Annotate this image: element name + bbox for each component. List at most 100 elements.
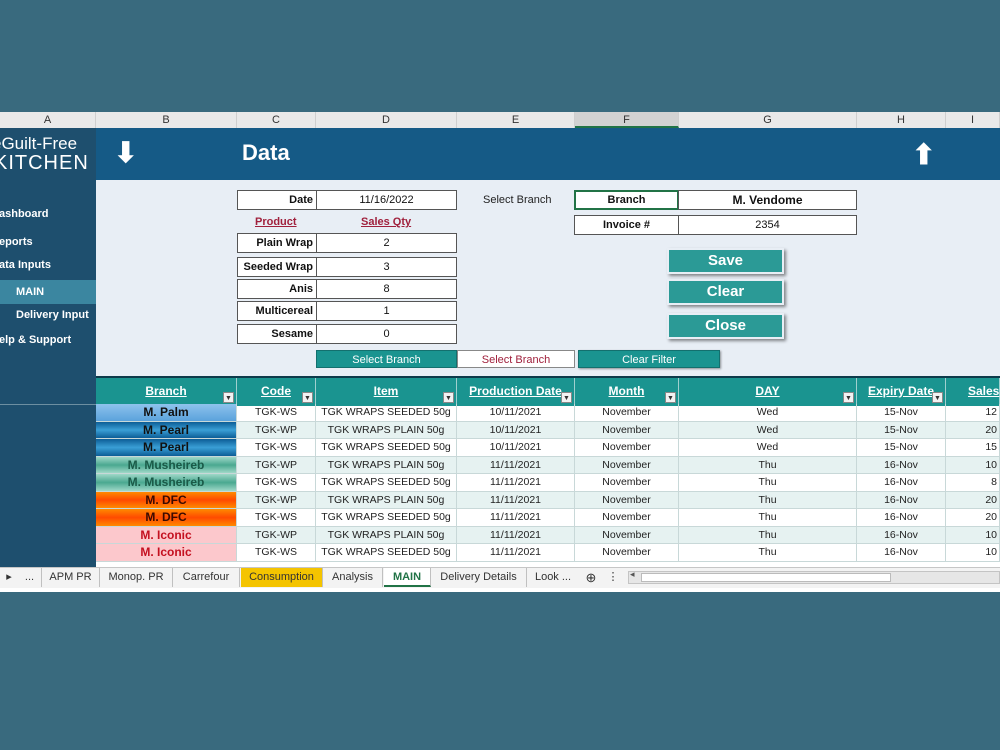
column-day[interactable]: DAY ▼ (679, 378, 857, 406)
cell-production-date[interactable]: 11/11/2021 (457, 509, 575, 527)
tab-next-icon[interactable]: ▸ (0, 568, 18, 587)
column-sales[interactable]: Sales (946, 378, 1000, 406)
select-branch-filter-button[interactable]: Select Branch (316, 350, 457, 368)
scroll-left-icon[interactable]: ◂ (630, 569, 635, 580)
column-production-date[interactable]: Production Date ▼ (457, 378, 575, 406)
clear-button[interactable]: Clear (667, 279, 784, 305)
cell-month[interactable]: November (575, 491, 679, 509)
column-item[interactable]: Item ▼ (316, 378, 457, 406)
cell-branch[interactable]: M. Pearl (96, 439, 237, 457)
cell-item[interactable]: TGK WRAPS PLAIN 50g (316, 456, 457, 474)
cell-expiry-date[interactable]: 15-Nov (857, 439, 946, 457)
horizontal-scrollbar[interactable]: ◂ (628, 569, 1000, 584)
column-expiry-date[interactable]: Expiry Date ▼ (857, 378, 946, 406)
qty-field-multicereal[interactable]: 1 (316, 301, 457, 321)
sidebar-item-data-inputs[interactable]: ata Inputs (0, 259, 51, 271)
cell-production-date[interactable]: 11/11/2021 (457, 474, 575, 492)
cell-branch[interactable]: M. Musheireb (96, 456, 237, 474)
cell-production-date[interactable]: 11/11/2021 (457, 526, 575, 544)
cell-production-date[interactable]: 11/11/2021 (457, 456, 575, 474)
tab-consumption[interactable]: Consumption (241, 568, 323, 587)
table-row[interactable]: M. Pearl TGK-WS TGK WRAPS SEEDED 50g 10/… (96, 439, 1000, 457)
column-header-g[interactable]: G (679, 112, 857, 128)
cell-sales[interactable]: 8 (946, 474, 1000, 492)
cell-code[interactable]: TGK-WP (237, 491, 316, 509)
table-row[interactable]: M. Musheireb TGK-WS TGK WRAPS SEEDED 50g… (96, 474, 1000, 492)
tab-analysis[interactable]: Analysis (323, 568, 383, 587)
cell-month[interactable]: November (575, 526, 679, 544)
cell-code[interactable]: TGK-WS (237, 544, 316, 562)
cell-branch[interactable]: M. Musheireb (96, 474, 237, 492)
cell-expiry-date[interactable]: 16-Nov (857, 509, 946, 527)
cell-item[interactable]: TGK WRAPS SEEDED 50g (316, 544, 457, 562)
cell-item[interactable]: TGK WRAPS SEEDED 50g (316, 439, 457, 457)
tab-more-icon[interactable]: ... (18, 568, 42, 587)
cell-code[interactable]: TGK-WS (237, 509, 316, 527)
cell-production-date[interactable]: 10/11/2021 (457, 439, 575, 457)
cell-sales[interactable]: 12 (946, 404, 1000, 422)
cell-month[interactable]: November (575, 404, 679, 422)
cell-branch[interactable]: M. DFC (96, 491, 237, 509)
table-row[interactable]: M. Musheireb TGK-WP TGK WRAPS PLAIN 50g … (96, 456, 1000, 474)
down-arrow-icon[interactable]: ⬇ (114, 136, 137, 169)
table-row[interactable]: M. Iconic TGK-WP TGK WRAPS PLAIN 50g 11/… (96, 526, 1000, 544)
cell-branch[interactable]: M. Palm (96, 404, 237, 422)
table-row[interactable]: M. DFC TGK-WS TGK WRAPS SEEDED 50g 11/11… (96, 509, 1000, 527)
column-header-h[interactable]: H (857, 112, 946, 128)
cell-day[interactable]: Thu (679, 474, 857, 492)
cell-expiry-date[interactable]: 16-Nov (857, 544, 946, 562)
table-row[interactable]: M. DFC TGK-WP TGK WRAPS PLAIN 50g 11/11/… (96, 491, 1000, 509)
menu-icon[interactable]: ⋮ (605, 568, 621, 587)
filter-dropdown-icon[interactable]: ▼ (843, 392, 854, 403)
cell-day[interactable]: Thu (679, 456, 857, 474)
tab-carrefour[interactable]: Carrefour (173, 568, 240, 587)
cell-item[interactable]: TGK WRAPS PLAIN 50g (316, 421, 457, 439)
cell-day[interactable]: Thu (679, 544, 857, 562)
cell-month[interactable]: November (575, 544, 679, 562)
cell-branch[interactable]: M. Iconic (96, 526, 237, 544)
cell-code[interactable]: TGK-WP (237, 421, 316, 439)
column-header-f[interactable]: F (575, 112, 679, 128)
cell-code[interactable]: TGK-WP (237, 526, 316, 544)
cell-item[interactable]: TGK WRAPS PLAIN 50g (316, 491, 457, 509)
select-branch-filter-field[interactable]: Select Branch (457, 350, 575, 368)
column-header-d[interactable]: D (316, 112, 457, 128)
cell-day[interactable]: Wed (679, 439, 857, 457)
qty-field-sesame[interactable]: 0 (316, 324, 457, 344)
cell-expiry-date[interactable]: 16-Nov (857, 456, 946, 474)
sidebar-item-reports[interactable]: eports (0, 236, 33, 248)
cell-code[interactable]: TGK-WS (237, 439, 316, 457)
cell-sales[interactable]: 15 (946, 439, 1000, 457)
close-button[interactable]: Close (667, 313, 784, 339)
invoice-field[interactable]: 2354 (678, 215, 857, 235)
cell-item[interactable]: TGK WRAPS SEEDED 50g (316, 474, 457, 492)
sidebar-item-main[interactable]: MAIN (0, 280, 96, 304)
filter-dropdown-icon[interactable]: ▼ (932, 392, 943, 403)
cell-sales[interactable]: 10 (946, 544, 1000, 562)
tab-look[interactable]: Look ... (527, 568, 579, 587)
cell-item[interactable]: TGK WRAPS SEEDED 50g (316, 509, 457, 527)
cell-day[interactable]: Thu (679, 491, 857, 509)
sidebar-item-dashboard[interactable]: ashboard (0, 208, 49, 220)
tab-delivery-details[interactable]: Delivery Details (431, 568, 527, 587)
cell-sales[interactable]: 10 (946, 456, 1000, 474)
cell-expiry-date[interactable]: 16-Nov (857, 526, 946, 544)
up-arrow-icon[interactable]: ⬆ (912, 138, 935, 171)
filter-dropdown-icon[interactable]: ▼ (665, 392, 676, 403)
cell-month[interactable]: November (575, 421, 679, 439)
cell-item[interactable]: TGK WRAPS SEEDED 50g (316, 404, 457, 422)
cell-sales[interactable]: 20 (946, 491, 1000, 509)
cell-branch[interactable]: M. Iconic (96, 544, 237, 562)
sidebar-item-delivery-input[interactable]: Delivery Input (16, 309, 89, 321)
tab-monop-pr[interactable]: Monop. PR (100, 568, 173, 587)
cell-day[interactable]: Thu (679, 526, 857, 544)
filter-dropdown-icon[interactable]: ▼ (223, 392, 234, 403)
qty-field-seeded-wrap[interactable]: 3 (316, 257, 457, 277)
cell-production-date[interactable]: 11/11/2021 (457, 491, 575, 509)
save-button[interactable]: Save (667, 248, 784, 274)
cell-branch[interactable]: M. DFC (96, 509, 237, 527)
cell-expiry-date[interactable]: 15-Nov (857, 421, 946, 439)
column-header-i[interactable]: I (946, 112, 1000, 128)
filter-dropdown-icon[interactable]: ▼ (302, 392, 313, 403)
cell-sales[interactable]: 10 (946, 526, 1000, 544)
